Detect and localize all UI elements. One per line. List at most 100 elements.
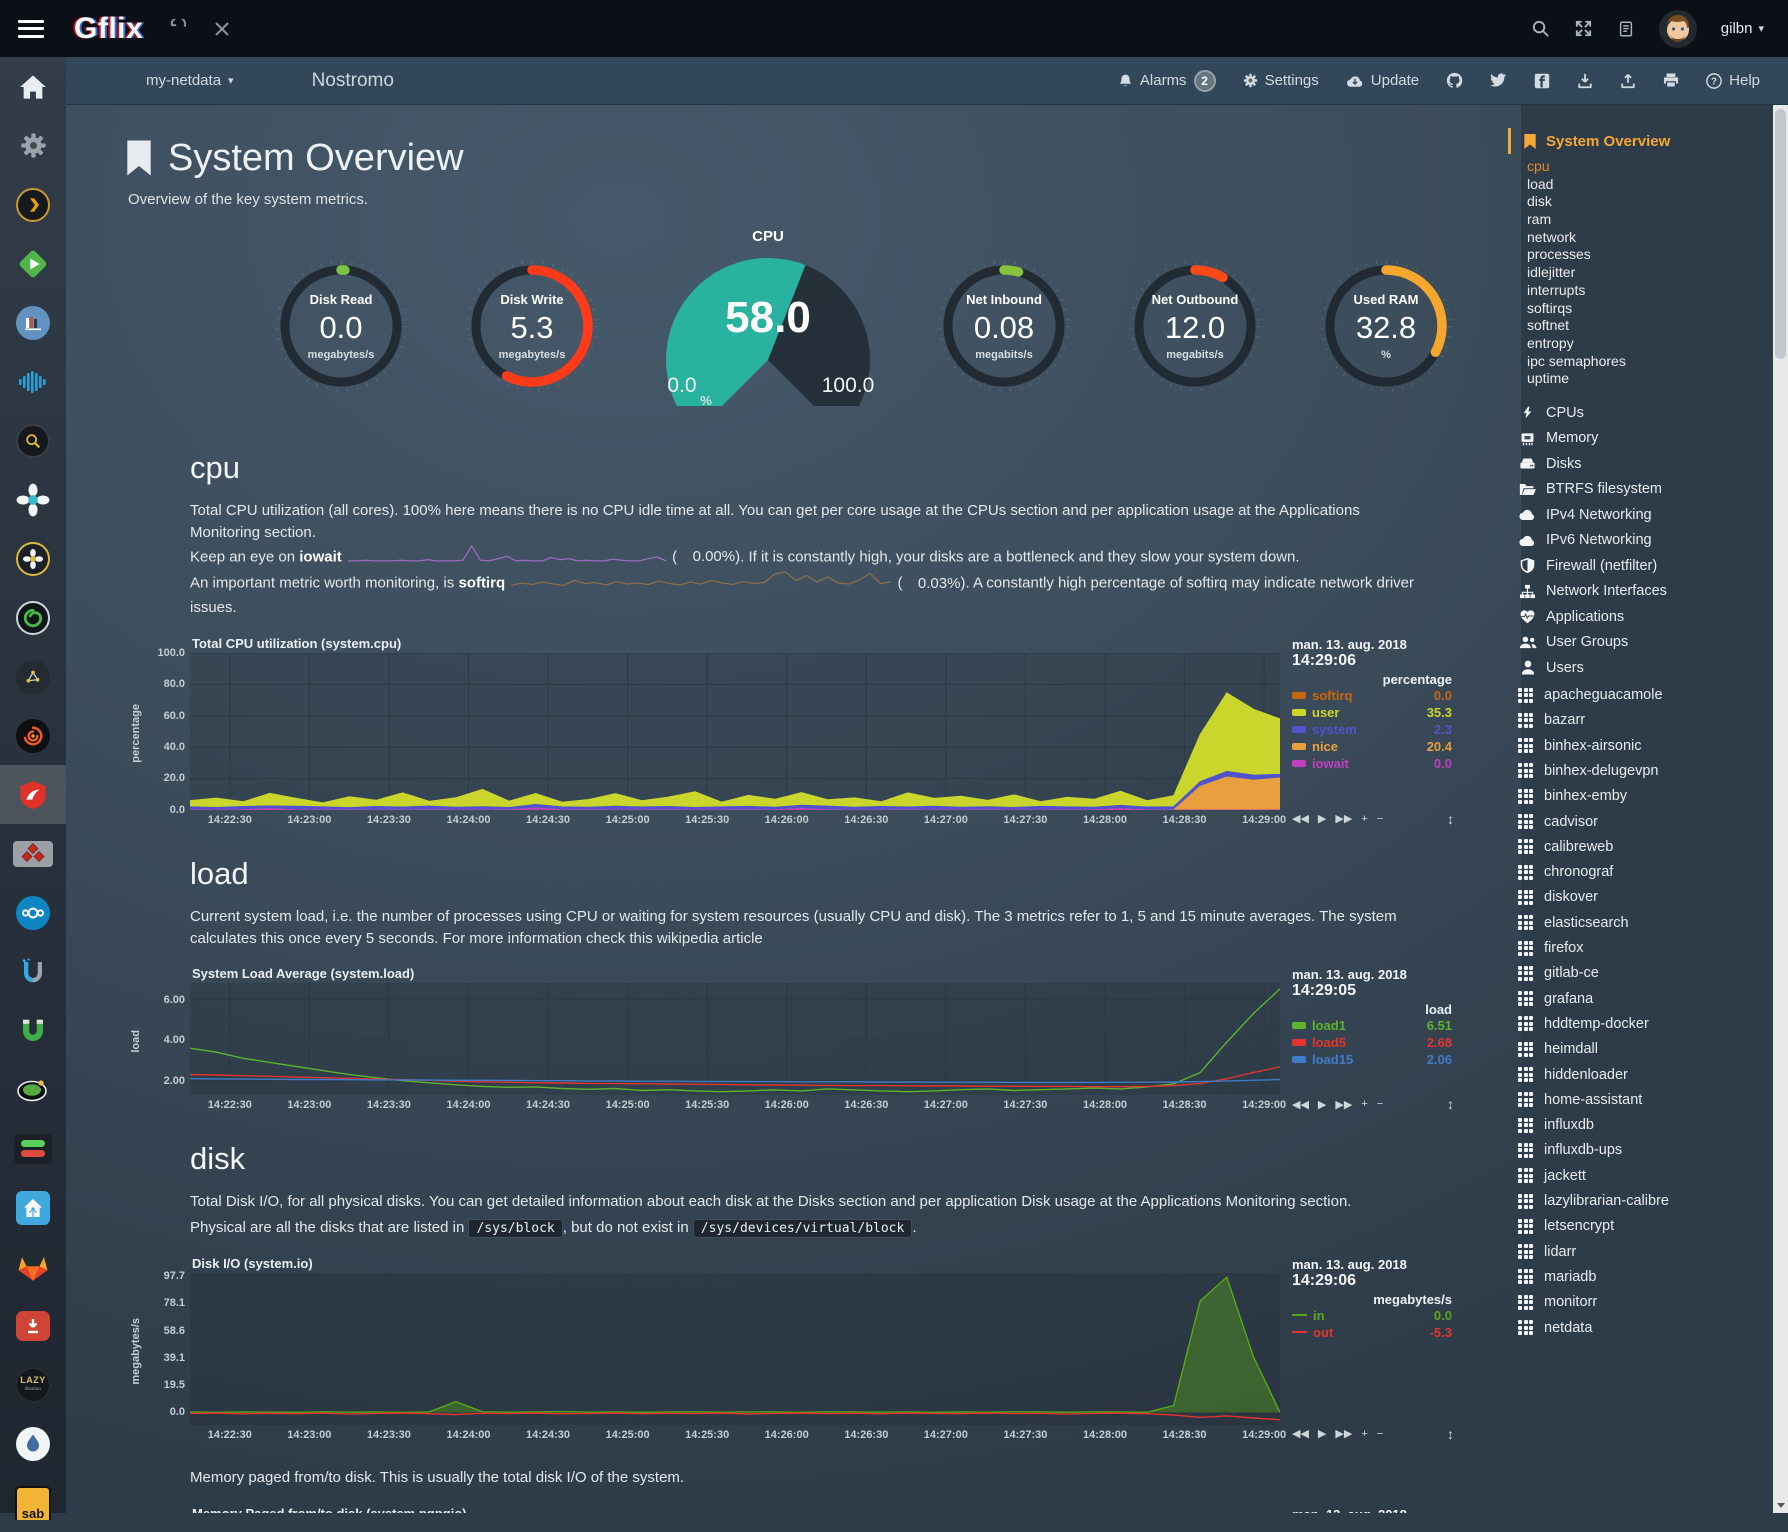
rail-item-disc-icon[interactable]	[0, 1060, 66, 1119]
pan-backward-icon[interactable]: ◀◀	[1292, 1427, 1309, 1440]
resize-icon[interactable]: ↕	[1447, 811, 1454, 827]
play-icon[interactable]: ▶	[1318, 812, 1326, 825]
scrollbar-thumb[interactable]	[1775, 109, 1786, 359]
rail-item-pinwheel-yellow-icon[interactable]	[0, 529, 66, 588]
chart-plot-area[interactable]	[190, 653, 1280, 810]
nav-container-calibreweb[interactable]: calibreweb	[1508, 834, 1763, 859]
nav-container-chronograf[interactable]: chronograf	[1508, 860, 1763, 885]
gauge-cpu[interactable]: CPU 58.0 0.0 100.0 %	[648, 228, 888, 424]
update-button[interactable]: Update	[1346, 72, 1419, 89]
nav-container-bazarr[interactable]: bazarr	[1508, 708, 1763, 733]
gauge-used-ram[interactable]: Used RAM32.8%	[1311, 251, 1461, 401]
user-menu[interactable]: gilbn ▾	[1721, 20, 1764, 37]
zoom-out-icon[interactable]: −	[1377, 1428, 1383, 1440]
nav-section-users[interactable]: Users	[1508, 655, 1763, 681]
github-icon[interactable]	[1446, 72, 1463, 89]
rail-item-deluge-icon[interactable]	[0, 1414, 66, 1473]
rail-item-netdata-icon[interactable]	[0, 765, 66, 824]
rail-item-nodes-icon[interactable]	[0, 647, 66, 706]
nav-container-monitorr[interactable]: monitorr	[1508, 1290, 1763, 1315]
nav-container-jackett[interactable]: jackett	[1508, 1163, 1763, 1188]
facebook-icon[interactable]	[1534, 73, 1550, 89]
nav-item-uptime[interactable]: uptime	[1527, 370, 1763, 388]
nav-container-home-assistant[interactable]: home-assistant	[1508, 1087, 1763, 1112]
nav-container-hiddenloader[interactable]: hiddenloader	[1508, 1062, 1763, 1087]
rail-item-swirl-icon[interactable]	[0, 588, 66, 647]
nav-container-gitlab-ce[interactable]: gitlab-ce	[1508, 961, 1763, 986]
help-button[interactable]: ?Help	[1706, 72, 1760, 89]
rail-item-plex-icon[interactable]	[0, 175, 66, 234]
alarms-button[interactable]: Alarms2	[1118, 70, 1216, 92]
zoom-in-icon[interactable]: +	[1361, 1098, 1367, 1110]
import-snapshot-icon[interactable]	[1577, 73, 1593, 89]
nav-container-diskover[interactable]: diskover	[1508, 885, 1763, 910]
nav-container-elasticsearch[interactable]: elasticsearch	[1508, 910, 1763, 935]
zoom-in-icon[interactable]: +	[1361, 813, 1367, 825]
rail-item-airsonic-icon[interactable]	[0, 352, 66, 411]
nav-container-grafana[interactable]: grafana	[1508, 986, 1763, 1011]
nav-container-cadvisor[interactable]: cadvisor	[1508, 809, 1763, 834]
nav-container-influxdb-ups[interactable]: influxdb-ups	[1508, 1138, 1763, 1163]
nav-item-cpu[interactable]: cpu	[1527, 158, 1763, 176]
nav-item-ipc-semaphores[interactable]: ipc semaphores	[1527, 353, 1763, 371]
nav-section-user-groups[interactable]: User Groups	[1508, 629, 1763, 655]
legend-row-load15[interactable]: load152.06	[1292, 1051, 1454, 1068]
hamburger-menu-icon[interactable]	[18, 20, 44, 38]
gauge-net-inbound[interactable]: Net Inbound0.08megabits/s	[929, 251, 1079, 401]
play-icon[interactable]: ▶	[1318, 1427, 1326, 1440]
settings-button[interactable]: Settings	[1243, 72, 1319, 89]
pan-forward-icon[interactable]: ▶▶	[1335, 812, 1352, 825]
nav-container-influxdb[interactable]: influxdb	[1508, 1112, 1763, 1137]
rail-item-gitlab-icon[interactable]	[0, 1237, 66, 1296]
legend-row-out[interactable]: out-5.3	[1292, 1324, 1454, 1341]
nav-item-load[interactable]: load	[1527, 176, 1763, 194]
zoom-in-icon[interactable]: +	[1361, 1428, 1367, 1440]
resize-icon[interactable]: ↕	[1447, 1426, 1454, 1442]
nav-section-cpus[interactable]: CPUs	[1508, 400, 1763, 426]
nav-section-firewall-netfilter-[interactable]: Firewall (netfilter)	[1508, 553, 1763, 579]
rail-item-pinwheel-white-icon[interactable]	[0, 470, 66, 529]
twitter-icon[interactable]	[1490, 73, 1507, 88]
server-dropdown[interactable]: my-netdata ▾	[146, 72, 234, 89]
rail-item-emby-icon[interactable]	[0, 234, 66, 293]
chart-system-load[interactable]: load 6.004.002.00 System Load Average (s…	[128, 967, 1521, 1115]
nav-container-binhex-delugevpn[interactable]: binhex-delugevpn	[1508, 758, 1763, 783]
nav-container-firefox[interactable]: firefox	[1508, 935, 1763, 960]
nav-container-lidarr[interactable]: lidarr	[1508, 1239, 1763, 1264]
gauge-disk-write[interactable]: Disk Write5.3megabytes/s	[457, 251, 607, 401]
nav-container-hddtemp-docker[interactable]: hddtemp-docker	[1508, 1011, 1763, 1036]
nav-section-applications[interactable]: Applications	[1508, 604, 1763, 630]
nav-container-mariadb[interactable]: mariadb	[1508, 1264, 1763, 1289]
nav-container-lazylibrarian-calibre[interactable]: lazylibrarian-calibre	[1508, 1188, 1763, 1213]
legend-row-user[interactable]: user35.3	[1292, 704, 1454, 721]
nav-container-apacheguacamole[interactable]: apacheguacamole	[1508, 682, 1763, 707]
legend-row-load1[interactable]: load16.51	[1292, 1017, 1454, 1034]
nav-section-system-overview[interactable]: System Overview	[1508, 128, 1763, 154]
legend-row-iowait[interactable]: iowait0.0	[1292, 755, 1454, 772]
nav-section-ipv4-networking[interactable]: IPv4 Networking	[1508, 502, 1763, 528]
export-snapshot-icon[interactable]	[1620, 73, 1636, 89]
nav-item-idlejitter[interactable]: idlejitter	[1527, 264, 1763, 282]
chart-plot-area[interactable]	[190, 983, 1280, 1095]
rail-item-cubes-icon[interactable]	[0, 824, 66, 883]
resize-icon[interactable]: ↕	[1447, 1096, 1454, 1112]
rail-item-library-icon[interactable]	[0, 293, 66, 352]
nav-container-heimdall[interactable]: heimdall	[1508, 1037, 1763, 1062]
nav-item-network[interactable]: network	[1527, 229, 1763, 247]
legend-row-load5[interactable]: load52.68	[1292, 1034, 1454, 1051]
close-tab-icon[interactable]	[214, 21, 230, 37]
nav-section-btrfs-filesystem[interactable]: BTRFS filesystem	[1508, 476, 1763, 502]
nav-item-softirqs[interactable]: softirqs	[1527, 300, 1763, 318]
rail-item-sab-icon[interactable]: sab	[0, 1473, 66, 1532]
nav-container-binhex-emby[interactable]: binhex-emby	[1508, 784, 1763, 809]
nav-item-interrupts[interactable]: interrupts	[1527, 282, 1763, 300]
pan-forward-icon[interactable]: ▶▶	[1335, 1427, 1352, 1440]
nav-section-disks[interactable]: Disks	[1508, 451, 1763, 477]
nav-section-memory[interactable]: Memory	[1508, 425, 1763, 451]
wikipedia-link[interactable]: this wikipedia article	[629, 930, 762, 947]
rail-item-gear-icon[interactable]	[0, 116, 66, 175]
nav-container-binhex-airsonic[interactable]: binhex-airsonic	[1508, 733, 1763, 758]
nav-item-processes[interactable]: processes	[1527, 246, 1763, 264]
pan-forward-icon[interactable]: ▶▶	[1335, 1098, 1352, 1111]
rail-item-lazylibrarian-icon[interactable]: LAZYlibrarian	[0, 1355, 66, 1414]
